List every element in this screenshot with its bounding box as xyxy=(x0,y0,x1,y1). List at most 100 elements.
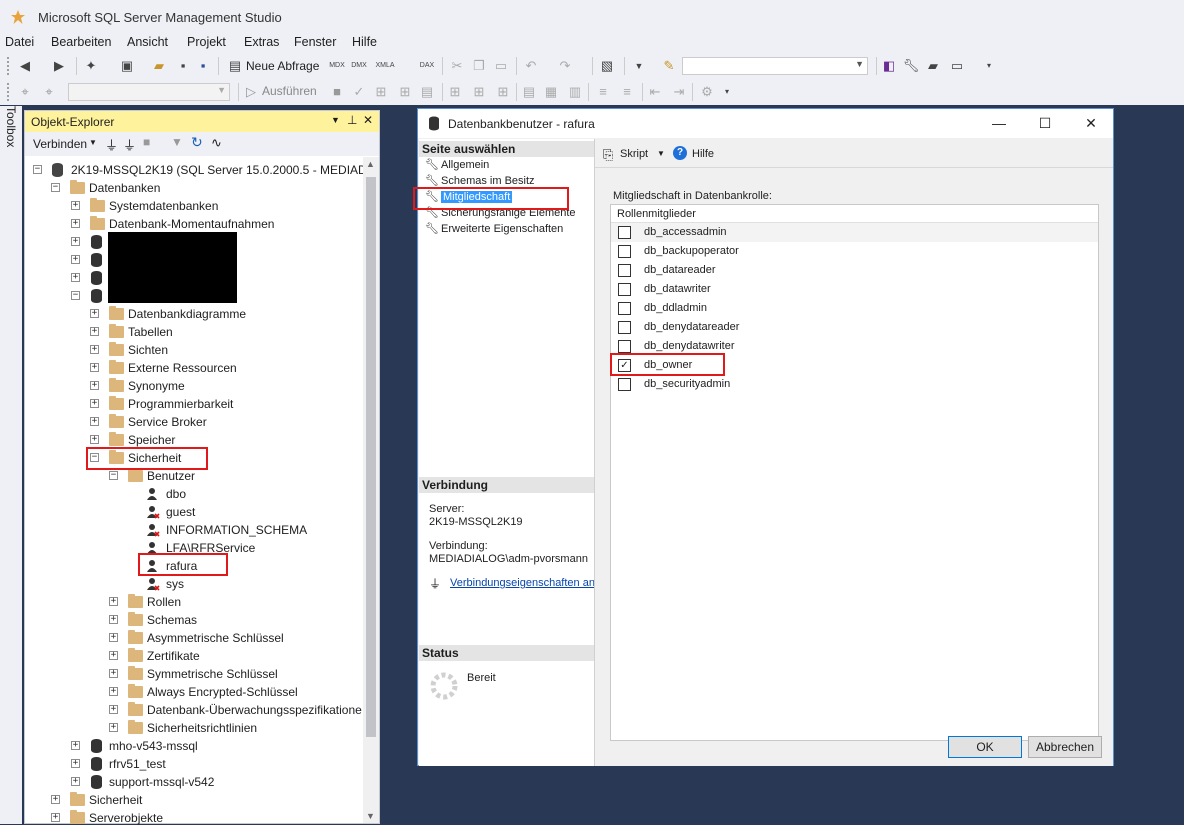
stop-icon[interactable]: ■ xyxy=(143,135,150,149)
role-checkbox[interactable] xyxy=(618,245,631,258)
open-folder-icon[interactable]: ▰ xyxy=(150,57,168,75)
pin-icon[interactable]: ⊥ xyxy=(347,113,357,127)
connection-properties-link[interactable]: Verbindungseigenschaften anzeigen xyxy=(450,577,594,589)
execute-button[interactable]: Ausführen xyxy=(262,84,317,98)
cut-icon[interactable]: ✂ xyxy=(448,57,466,75)
minimize-icon[interactable]: — xyxy=(984,113,1014,133)
xmla-query-icon[interactable]: XMLA xyxy=(374,57,396,75)
live-stats-icon[interactable]: ⊞ xyxy=(470,83,488,101)
paste-icon[interactable]: ▭ xyxy=(492,57,510,75)
role-checkbox[interactable] xyxy=(618,321,631,334)
stop-icon[interactable]: ■ xyxy=(328,83,346,101)
help-button[interactable]: Hilfe xyxy=(692,148,714,160)
chevron-down-icon[interactable]: ▼ xyxy=(89,138,97,147)
role-row[interactable]: db_securityadmin xyxy=(611,375,1098,394)
ok-button[interactable]: OK xyxy=(948,736,1022,758)
save-icon[interactable]: ▪ xyxy=(174,57,192,75)
highlight-membership xyxy=(413,187,569,210)
copy-icon[interactable]: ❐ xyxy=(470,57,488,75)
menu-fenster[interactable]: Fenster xyxy=(294,35,336,49)
connect-dropdown[interactable]: Verbinden xyxy=(33,137,87,151)
activity-icon[interactable]: ∿ xyxy=(211,135,222,151)
add-item-icon[interactable]: ▣ xyxy=(118,57,136,75)
toolbox-briefcase-icon[interactable]: ▰ xyxy=(924,57,942,75)
search-combo[interactable]: ▼ xyxy=(682,57,868,75)
results-grid-icon[interactable]: ▦ xyxy=(542,83,560,101)
toolbar-grip-icon[interactable] xyxy=(6,82,10,102)
redo-icon[interactable]: ↷ xyxy=(556,57,574,75)
maximize-icon[interactable]: ☐ xyxy=(1030,113,1060,133)
cancel-button[interactable]: Abbrechen xyxy=(1028,736,1102,758)
role-row[interactable]: db_datareader xyxy=(611,261,1098,280)
connect-plug-icon[interactable]: ⏚ xyxy=(105,135,118,154)
undo-icon[interactable]: ↶ xyxy=(522,57,540,75)
disconnect-plug-icon[interactable]: ⏚ xyxy=(123,135,136,154)
parse-icon[interactable]: ✓ xyxy=(350,83,368,101)
query-options-icon[interactable]: ⊞ xyxy=(396,83,414,101)
results-file-icon[interactable]: ▥ xyxy=(566,83,584,101)
intellisense-icon[interactable]: ▤ xyxy=(418,83,436,101)
terminal-icon[interactable]: ▭ xyxy=(948,57,966,75)
properties-wrench-icon[interactable]: 🔧︎ xyxy=(902,57,920,75)
scroll-down-icon[interactable]: ▼ xyxy=(366,811,375,821)
role-checkbox[interactable] xyxy=(618,378,631,391)
menu-hilfe[interactable]: Hilfe xyxy=(352,35,377,49)
menu-datei[interactable]: Datei xyxy=(5,35,34,49)
vs-icon[interactable]: ◧ xyxy=(880,57,898,75)
connect-icon[interactable]: ⌖ xyxy=(16,83,34,101)
new-project-icon[interactable]: ✦ xyxy=(82,57,100,75)
find-icon[interactable]: ✎ xyxy=(660,57,678,75)
role-checkbox[interactable] xyxy=(618,226,631,239)
uncomment-icon[interactable]: ≡ xyxy=(618,83,636,101)
close-icon[interactable]: ✕ xyxy=(1076,113,1106,133)
menu-bearbeiten[interactable]: Bearbeiten xyxy=(51,35,111,49)
toolbox-tab[interactable]: Toolbox xyxy=(4,106,18,156)
menu-extras[interactable]: Extras xyxy=(244,35,279,49)
chevron-down-icon[interactable]: ▼ xyxy=(657,149,665,158)
scroll-up-icon[interactable]: ▲ xyxy=(366,159,375,169)
filter-icon[interactable]: ▼ xyxy=(171,135,183,149)
role-row[interactable]: db_backupoperator xyxy=(611,242,1098,261)
database-combo[interactable]: ▼ xyxy=(68,83,230,101)
role-checkbox[interactable] xyxy=(618,264,631,277)
execute-icon[interactable]: ▷ xyxy=(242,83,260,101)
dropdown-arrow-icon[interactable]: ▼ xyxy=(630,57,648,75)
forward-icon[interactable]: ▶ xyxy=(50,57,68,75)
role-row[interactable]: db_denydatareader xyxy=(611,318,1098,337)
page-extended-properties[interactable]: 🔧︎ Erweiterte Eigenschaften xyxy=(425,221,563,237)
results-text-icon[interactable]: ▤ xyxy=(520,83,538,101)
refresh-icon[interactable]: ↻ xyxy=(191,134,203,151)
comment-icon[interactable]: ≡ xyxy=(594,83,612,101)
plan-icon[interactable]: ⊞ xyxy=(372,83,390,101)
include-plan-icon[interactable]: ⊞ xyxy=(446,83,464,101)
toolbar-options-icon[interactable]: ▾ xyxy=(980,57,998,75)
script-button[interactable]: Skript xyxy=(620,148,648,160)
mdx-query-icon[interactable]: MDX xyxy=(328,57,346,75)
role-row[interactable]: db_datawriter xyxy=(611,280,1098,299)
role-row[interactable]: db_accessadmin xyxy=(611,223,1098,242)
back-icon[interactable]: ◀ xyxy=(16,57,34,75)
close-icon[interactable]: ✕ xyxy=(363,113,373,127)
dmx-query-icon[interactable]: DMX xyxy=(350,57,368,75)
change-connection-icon[interactable]: ⌖ xyxy=(40,83,58,101)
save-all-icon[interactable]: ▪ xyxy=(194,57,212,75)
window-position-icon[interactable]: ▼ xyxy=(331,115,340,125)
client-stats-icon[interactable]: ⊞ xyxy=(494,83,512,101)
menu-ansicht[interactable]: Ansicht xyxy=(127,35,168,49)
activity-monitor-icon[interactable]: ▧ xyxy=(598,57,616,75)
specify-values-icon[interactable]: ⚙ xyxy=(698,83,716,101)
menu-projekt[interactable]: Projekt xyxy=(187,35,226,49)
toolbar-options-icon[interactable]: ▾ xyxy=(718,83,736,101)
role-checkbox[interactable] xyxy=(618,340,631,353)
role-checkbox[interactable] xyxy=(618,302,631,315)
page-general[interactable]: 🔧︎ Allgemein xyxy=(425,157,489,173)
new-query-icon[interactable]: ▤ xyxy=(226,57,244,75)
decrease-indent-icon[interactable]: ⇤ xyxy=(646,83,664,101)
role-checkbox[interactable] xyxy=(618,283,631,296)
dax-query-icon[interactable]: DAX xyxy=(418,57,436,75)
scrollbar-thumb[interactable] xyxy=(366,177,376,737)
new-query-button[interactable]: Neue Abfrage xyxy=(246,59,319,73)
role-row[interactable]: db_ddladmin xyxy=(611,299,1098,318)
toolbar-grip-icon[interactable] xyxy=(6,56,10,76)
increase-indent-icon[interactable]: ⇥ xyxy=(670,83,688,101)
